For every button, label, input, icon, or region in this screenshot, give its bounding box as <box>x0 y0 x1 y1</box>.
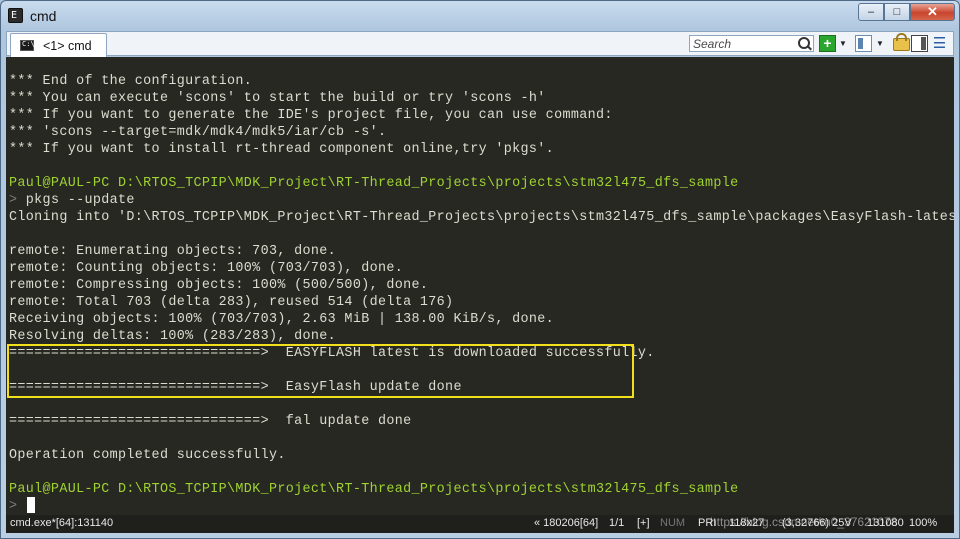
status-zoom: 100% <box>909 517 938 529</box>
console-line: remote: Compressing objects: 100% (500/5… <box>9 278 429 293</box>
command-line: > pkgs --update <box>9 192 135 209</box>
split-view-icon[interactable] <box>855 35 872 52</box>
console-output[interactable]: *** End of the configuration. *** You ca… <box>6 57 954 515</box>
status-num: NUM <box>660 517 686 529</box>
watermark: https://blog.csdn.net/m0_37621078 <box>710 515 898 529</box>
prompt-line: Paul@PAUL-PC D:\RTOS_TCPIP\MDK_Project\R… <box>9 481 739 498</box>
close-button[interactable]: ✕ <box>910 3 955 21</box>
menu-icon[interactable]: ☰ <box>931 35 948 52</box>
toolbar: C:\ <1> cmd Search + ▼ ▼ ☰ <box>6 31 954 57</box>
status-page: 1/1 <box>609 517 625 529</box>
tab-label: <1> cmd <box>43 39 92 53</box>
prompt-path: D:\RTOS_TCPIP\MDK_Project\RT-Thread_Proj… <box>109 482 739 497</box>
status-bar: cmd.exe*[64]:131140 « 180206[64] 1/1 [+]… <box>6 515 954 533</box>
console-line: Resolving deltas: 100% (283/283), done. <box>9 329 337 344</box>
conemu-window: E cmd – □ ✕ C:\ <1> cmd Search + ▼ ▼ ☰ *… <box>0 0 960 539</box>
status-process[interactable]: cmd.exe*[64]:131140 <box>10 517 113 529</box>
final-prompt: > <box>9 498 17 515</box>
prompt-user: Paul@PAUL-PC <box>9 176 110 191</box>
console-line: *** If you want to install rt-thread com… <box>9 142 555 157</box>
status-position: « 180206[64] <box>534 517 599 529</box>
prompt-path: D:\RTOS_TCPIP\MDK_Project\RT-Thread_Proj… <box>109 176 739 191</box>
maximize-button[interactable]: □ <box>884 3 910 21</box>
new-console-button[interactable]: + <box>819 35 836 52</box>
conemu-app-icon[interactable]: E <box>8 8 23 23</box>
panel-toggle-icon[interactable] <box>911 35 928 52</box>
highlight-box <box>7 344 634 398</box>
console-icon: C:\ <box>20 40 35 51</box>
tab-cmd[interactable]: C:\ <1> cmd <box>10 33 107 57</box>
prompt-user: Paul@PAUL-PC <box>9 482 110 497</box>
command-text: pkgs --update <box>25 193 135 208</box>
minimize-button[interactable]: – <box>858 3 884 21</box>
prompt-line: Paul@PAUL-PC D:\RTOS_TCPIP\MDK_Project\R… <box>9 175 739 192</box>
console-line: *** End of the configuration. <box>9 74 253 89</box>
text-cursor <box>27 497 35 513</box>
console-line: Operation completed successfully. <box>9 448 286 463</box>
status-plus[interactable]: [+] <box>637 517 650 529</box>
console-line: remote: Counting objects: 100% (703/703)… <box>9 261 404 276</box>
console-icon-glyph: C:\ <box>22 40 35 48</box>
prompt-arrow: > <box>9 193 26 208</box>
search-input[interactable]: Search <box>689 35 814 52</box>
console-line: remote: Enumerating objects: 703, done. <box>9 244 337 259</box>
title-bar[interactable]: E cmd – □ ✕ <box>1 1 959 31</box>
window-controls: – □ ✕ <box>858 3 955 22</box>
search-placeholder: Search <box>693 37 732 51</box>
console-line: ==============================> fal upda… <box>9 414 412 429</box>
console-line: *** You can execute 'scons' to start the… <box>9 91 546 106</box>
new-console-dropdown-icon[interactable]: ▼ <box>838 35 848 52</box>
console-line: *** 'scons --target=mdk/mdk4/mdk5/iar/cb… <box>9 125 387 140</box>
console-line: remote: Total 703 (delta 283), reused 51… <box>9 295 454 310</box>
console-line: Receiving objects: 100% (703/703), 2.63 … <box>9 312 555 327</box>
view-dropdown-icon[interactable]: ▼ <box>875 35 885 52</box>
console-line: *** If you want to generate the IDE's pr… <box>9 108 613 123</box>
window-bottom-border <box>1 533 959 538</box>
lock-icon[interactable] <box>893 33 910 51</box>
prompt-arrow: > <box>9 499 18 514</box>
console-line: Cloning into 'D:\RTOS_TCPIP\MDK_Project\… <box>9 210 954 225</box>
search-icon[interactable] <box>798 37 810 49</box>
window-title: cmd <box>30 8 57 24</box>
app-icon-glyph: E <box>11 10 18 21</box>
